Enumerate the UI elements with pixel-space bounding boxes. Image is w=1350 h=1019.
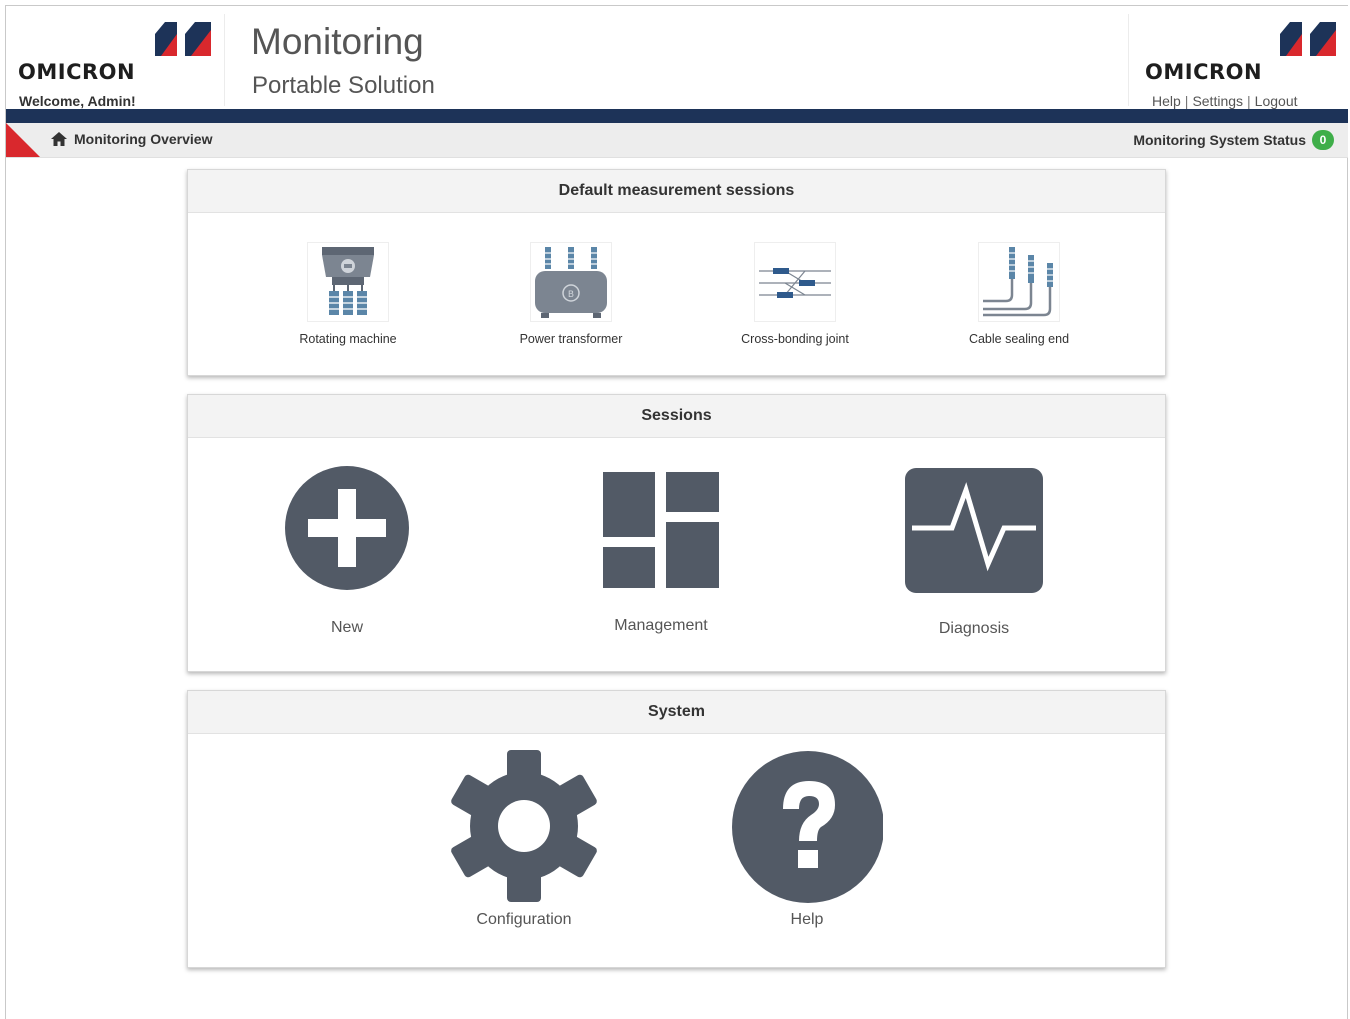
header-links: Help | Settings | Logout <box>1152 93 1298 109</box>
settings-link[interactable]: Settings <box>1192 93 1243 109</box>
tile-label: Cross-bonding joint <box>741 332 849 346</box>
tile-label: Management <box>614 617 708 634</box>
cross-bonding-joint-icon <box>759 268 831 298</box>
session-new-button[interactable]: New <box>277 466 417 637</box>
app-header: OMICRON Welcome, Admin! Monitoring Porta… <box>6 6 1348 109</box>
dashboard-grid-icon <box>603 472 719 588</box>
system-status-label: Monitoring System Status <box>1133 132 1306 148</box>
header-divider <box>224 14 225 106</box>
link-separator: | <box>1184 93 1189 109</box>
link-separator: | <box>1247 93 1251 109</box>
tile-label: Power transformer <box>519 332 623 346</box>
pulse-icon <box>905 468 1043 593</box>
omicron-logo-mark-icon <box>155 22 211 56</box>
brand-bar <box>6 109 1348 123</box>
rotating-machine-icon <box>322 247 374 315</box>
tile-label: Rotating machine <box>299 332 397 346</box>
plus-circle-icon <box>285 466 409 590</box>
system-status[interactable]: Monitoring System Status 0 <box>1133 130 1334 150</box>
breadcrumb-label: Monitoring Overview <box>74 131 213 147</box>
app-subtitle: Portable Solution <box>252 72 435 99</box>
power-transformer-icon: B <box>535 247 607 318</box>
header-divider <box>1128 14 1129 106</box>
omicron-logo-mark-icon <box>1280 22 1336 56</box>
session-diagnosis-button[interactable]: Diagnosis <box>904 468 1044 638</box>
tile-label: Cable sealing end <box>968 332 1070 346</box>
session-cable-sealing-end[interactable]: Cable sealing end <box>949 242 1089 346</box>
system-panel: System Configuration Help <box>187 690 1166 968</box>
panel-title: System <box>188 691 1165 734</box>
session-power-transformer[interactable]: B Power transformer <box>501 242 641 346</box>
panel-title: Sessions <box>188 395 1165 438</box>
omicron-wordmark: OMICRON <box>18 60 136 84</box>
session-rotating-machine[interactable]: Rotating machine <box>278 242 418 346</box>
session-management-button[interactable]: Management <box>588 471 734 635</box>
default-sessions-panel: Default measurement sessions Rotating ma… <box>187 169 1166 376</box>
omicron-wordmark: OMICRON <box>1145 60 1263 84</box>
svg-text:B: B <box>568 290 574 300</box>
brand-corner <box>6 123 40 157</box>
tile-label: New <box>330 619 363 636</box>
panel-title: Default measurement sessions <box>188 170 1165 213</box>
help-link[interactable]: Help <box>1152 93 1181 109</box>
gear-icon <box>451 750 597 902</box>
question-circle-icon <box>732 751 883 903</box>
status-badge: 0 <box>1312 130 1334 150</box>
sessions-panel: Sessions New Management Diagnosis <box>187 394 1166 672</box>
app-title: Monitoring <box>251 21 424 62</box>
omicron-logo-right: OMICRON Help | Settings | Logout <box>1144 18 1344 109</box>
welcome-text: Welcome, Admin! <box>19 93 136 109</box>
omicron-logo-left: OMICRON Welcome, Admin! <box>18 18 218 109</box>
home-icon <box>51 132 67 146</box>
tile-label: Diagnosis <box>938 620 1010 637</box>
help-button[interactable]: Help <box>727 751 887 929</box>
tile-label: Configuration <box>476 911 572 928</box>
tile-label: Help <box>790 911 824 928</box>
configuration-button[interactable]: Configuration <box>444 750 604 929</box>
logout-link[interactable]: Logout <box>1255 93 1298 109</box>
session-cross-bonding-joint[interactable]: Cross-bonding joint <box>725 242 865 346</box>
cable-sealing-end-icon <box>983 247 1053 317</box>
breadcrumb-home[interactable]: Monitoring Overview <box>51 131 212 147</box>
nav-bar: Monitoring Overview Monitoring System St… <box>6 123 1348 158</box>
